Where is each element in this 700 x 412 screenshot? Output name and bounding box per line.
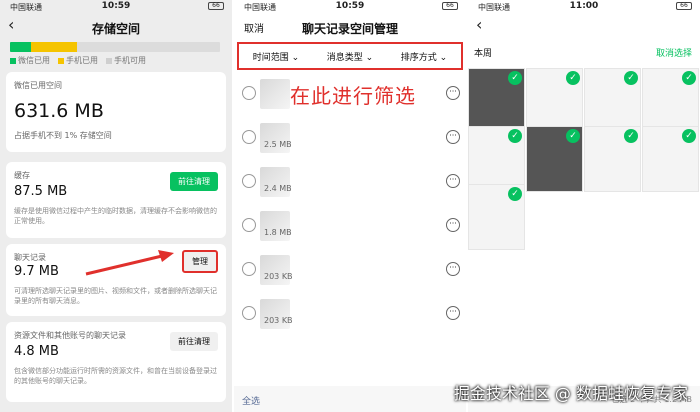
files-desc: 包含微信部分功能运行时所需的资源文件，和曾在当前设备登录过的其他账号的聊天记录。 xyxy=(14,367,217,385)
cache-clean-button[interactable]: 前往清理 xyxy=(170,172,218,191)
check-icon: ✓ xyxy=(508,187,522,201)
files-title: 资源文件和其他账号的聊天记录 xyxy=(14,331,126,340)
grid-item[interactable]: ✓ xyxy=(468,126,525,192)
storage-legend: 微信已用 手机已用 手机可用 xyxy=(10,55,146,66)
legend-phone-used: 手机已用 xyxy=(66,56,98,65)
media-grid-screen: 中国联通 11:00 66 ‹ 本周 取消选择 ✓ ✓ ✓ ✓ ✓ ✓ ✓ ✓ … xyxy=(468,0,700,412)
status-bar: 中国联通 10:59 66 xyxy=(0,0,232,13)
chat-title: 聊天记录 xyxy=(14,253,46,262)
used-card: 微信已用空间 631.6 MB 占据手机不到 1% 存储空间 xyxy=(6,72,226,152)
cache-value: 87.5 MB xyxy=(14,184,68,199)
select-all-button[interactable]: 全选 xyxy=(242,394,260,407)
cancel-select-button[interactable]: 取消选择 xyxy=(656,46,692,59)
check-icon: ✓ xyxy=(682,129,696,143)
nav-bar: 取消 聊天记录空间管理 xyxy=(234,14,466,38)
grid-item[interactable]: ✓ xyxy=(468,68,525,134)
chat-list-item[interactable]: 1.8 MB ··· xyxy=(234,208,466,244)
clock: 11:00 xyxy=(569,1,599,11)
chevron-down-icon: ⌄ xyxy=(439,52,448,63)
nav-bar: ‹ xyxy=(468,14,700,38)
cache-card: 缓存 87.5 MB 前往清理 缓存是使用微信过程中产生的临时数据，清理缓存不会… xyxy=(6,162,226,238)
check-icon: ✓ xyxy=(508,129,522,143)
select-radio[interactable] xyxy=(242,218,256,232)
chevron-down-icon: ⌄ xyxy=(291,52,300,63)
chat-storage-screen: 中国联通 10:59 66 取消 聊天记录空间管理 时间范围 ⌄ 消息类型 ⌄ … xyxy=(234,0,466,412)
chat-value: 9.7 MB xyxy=(14,264,59,279)
more-icon[interactable]: ··· xyxy=(446,306,460,320)
grid-item[interactable]: ✓ xyxy=(642,68,699,134)
chevron-down-icon: ⌄ xyxy=(365,52,374,63)
select-radio[interactable] xyxy=(242,174,256,188)
check-icon: ✓ xyxy=(624,71,638,85)
files-value: 4.8 MB xyxy=(14,344,59,359)
pointer-arrow-icon xyxy=(85,250,174,276)
select-radio[interactable] xyxy=(242,86,256,100)
files-clean-button[interactable]: 前往清理 xyxy=(170,332,218,351)
back-icon[interactable]: ‹ xyxy=(476,17,482,33)
check-icon: ✓ xyxy=(624,129,638,143)
filter-bar: 时间范围 ⌄ 消息类型 ⌄ 排序方式 ⌄ xyxy=(237,42,463,70)
grid-item[interactable]: ✓ xyxy=(584,126,641,192)
used-label: 微信已用空间 xyxy=(14,81,62,90)
grid-item[interactable]: ✓ xyxy=(584,68,641,134)
select-radio[interactable] xyxy=(242,306,256,320)
files-card: 资源文件和其他账号的聊天记录 4.8 MB 前往清理 包含微信部分功能运行时所需… xyxy=(6,322,226,402)
grid-item[interactable]: ✓ xyxy=(468,184,525,250)
section-title: 本周 xyxy=(474,49,493,59)
check-icon: ✓ xyxy=(566,129,580,143)
watermark-text: 掘金技术社区 @ 数据蛙恢复专家 xyxy=(453,384,688,403)
select-radio[interactable] xyxy=(242,130,256,144)
grid-item[interactable]: ✓ xyxy=(526,68,583,134)
chat-list-item[interactable]: ··· xyxy=(234,76,466,112)
grid-item[interactable]: ✓ xyxy=(526,126,583,192)
storage-screen: 中国联通 10:59 66 ‹ 存储空间 微信已用 手机已用 手机可用 微信已用… xyxy=(0,0,232,412)
status-bar: 中国联通 11:00 66 xyxy=(468,0,700,13)
grid-item[interactable]: ✓ xyxy=(642,126,699,192)
wechat-used-fill xyxy=(10,42,31,52)
check-icon: ✓ xyxy=(566,71,580,85)
status-bar: 中国联通 10:59 66 xyxy=(234,0,466,13)
storage-bar xyxy=(10,42,220,52)
used-note: 占据手机不到 1% 存储空间 xyxy=(14,131,112,140)
filter-sort[interactable]: 排序方式 ⌄ xyxy=(401,50,447,63)
more-icon[interactable]: ··· xyxy=(446,86,460,100)
filter-time-range[interactable]: 时间范围 ⌄ xyxy=(253,50,299,63)
chat-size: 2.5 MB xyxy=(264,140,292,149)
battery-icon: 66 xyxy=(208,2,224,10)
more-icon[interactable]: ··· xyxy=(446,130,460,144)
phone-used-fill xyxy=(31,42,78,52)
chat-list-item[interactable]: 203 KB ··· xyxy=(234,252,466,288)
check-icon: ✓ xyxy=(508,71,522,85)
chat-desc: 可清理所选聊天记录里的图片、视频和文件，或者删除所选聊天记录里的所有聊天消息。 xyxy=(14,287,217,305)
chat-size: 203 KB xyxy=(264,272,293,281)
page-title: 聊天记录空间管理 xyxy=(301,22,398,36)
more-icon[interactable]: ··· xyxy=(446,174,460,188)
battery-icon: 66 xyxy=(442,2,458,10)
chat-thumbnail xyxy=(260,79,290,109)
chat-list-item[interactable]: 2.5 MB ··· xyxy=(234,120,466,156)
battery-icon: 66 xyxy=(676,2,692,10)
filter-message-type[interactable]: 消息类型 ⌄ xyxy=(327,50,373,63)
legend-wechat: 微信已用 xyxy=(18,56,50,65)
page-title: 存储空间 xyxy=(91,22,140,36)
cache-desc: 缓存是使用微信过程中产生的临时数据，清理缓存不会影响微信的正常使用。 xyxy=(14,207,217,225)
select-radio[interactable] xyxy=(242,262,256,276)
chat-size: 203 KB xyxy=(264,316,293,325)
legend-phone-free: 手机可用 xyxy=(114,56,146,65)
cache-title: 缓存 xyxy=(14,171,30,180)
chat-manage-button[interactable]: 管理 xyxy=(182,250,218,273)
more-icon[interactable]: ··· xyxy=(446,218,460,232)
clock: 10:59 xyxy=(335,1,365,11)
used-value: 631.6 MB xyxy=(14,100,104,122)
chat-size: 2.4 MB xyxy=(264,184,292,193)
chat-list-item[interactable]: 203 KB ··· xyxy=(234,296,466,332)
bottom-bar: 全选 xyxy=(234,386,466,412)
more-icon[interactable]: ··· xyxy=(446,262,460,276)
clock: 10:59 xyxy=(101,1,131,11)
chat-list-item[interactable]: 2.4 MB ··· xyxy=(234,164,466,200)
nav-bar: ‹ 存储空间 xyxy=(0,14,232,38)
chat-size: 1.8 MB xyxy=(264,228,292,237)
check-icon: ✓ xyxy=(682,71,696,85)
